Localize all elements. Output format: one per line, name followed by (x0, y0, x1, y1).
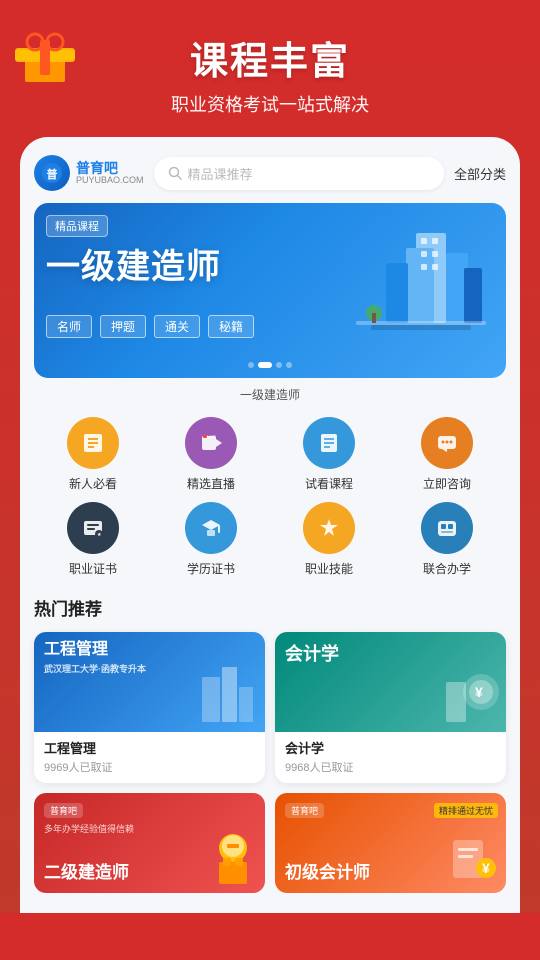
icon-joint-label: 联合办学 (423, 560, 471, 577)
banner-pagination (248, 362, 292, 368)
icon-new-user-circle (67, 417, 119, 469)
hot-card-accounting-name: 会计学 (285, 738, 496, 757)
icon-consult-circle (421, 417, 473, 469)
banner-title: 一级建造师 (46, 239, 221, 288)
banner-caption: 一级建造师 (34, 386, 506, 403)
icon-edu-cert[interactable]: 学历证书 (152, 502, 270, 577)
bottom-card-2nd-builder[interactable]: 普育吧 多年办学经验值得信赖 二级建造师 (34, 793, 265, 893)
bottom-card-tag: 精排通过无忧 (434, 803, 498, 818)
hot-section: 热门推荐 工程管理 武汉理工大学·函教专升本 (34, 595, 506, 893)
icon-skill[interactable]: 职业技能 (270, 502, 388, 577)
icon-trial-circle (303, 417, 355, 469)
banner-keyword-test: 押题 (100, 315, 146, 338)
hero-section: 课程丰富 职业资格考试一站式解决 普 普育吧 PUYUBAO.COM (0, 0, 540, 913)
hero-subtitle: 职业资格考试一站式解决 (20, 91, 520, 117)
banner-dot-1 (248, 362, 254, 368)
icon-skill-circle (303, 502, 355, 554)
banner-illustration (356, 213, 496, 353)
bottom-card-2nd-builder-title: 二级建造师 (44, 858, 129, 883)
hot-card-engineering-img: 工程管理 武汉理工大学·函教专升本 (34, 632, 265, 732)
icon-trial[interactable]: 试看课程 (270, 417, 388, 492)
icon-consult-label: 立即咨询 (423, 475, 471, 492)
logo-area: 普 普育吧 PUYUBAO.COM (34, 155, 144, 191)
banner-keyword-pass: 通关 (154, 315, 200, 338)
icon-joint-circle (421, 502, 473, 554)
search-bar[interactable]: 精品课推荐 (154, 157, 444, 190)
hot-card-accounting-info: 会计学 9968人已取证 (275, 732, 506, 783)
icon-cert[interactable]: ★ 职业证书 (34, 502, 152, 577)
all-category-button[interactable]: 全部分类 (454, 164, 506, 183)
logo-icon: 普 (34, 155, 70, 191)
svg-text:¥: ¥ (475, 684, 483, 700)
bottom-card-accounting-init[interactable]: 普育吧 精排通过无忧 初级会计师 ¥ (275, 793, 506, 893)
hot-card-accounting-img: 会计学 ¥ (275, 632, 506, 732)
banner-dot-4 (286, 362, 292, 368)
banner-keyword-master: 名师 (46, 315, 92, 338)
icon-edu-cert-circle (185, 502, 237, 554)
svg-text:★: ★ (97, 532, 102, 538)
hot-card-engineering-info: 工程管理 9969人已取证 (34, 732, 265, 783)
banner-dot-3 (276, 362, 282, 368)
banner-keywords: 名师 押题 通关 秘籍 (46, 315, 254, 338)
hot-card-engineering-name: 工程管理 (44, 738, 255, 757)
hot-card-engineering-count: 9969人已取证 (44, 759, 255, 775)
search-icon (168, 166, 182, 180)
hero-title: 课程丰富 (20, 30, 520, 85)
logo-text: 普育吧 PUYUBAO.COM (76, 161, 144, 186)
banner-keyword-secret: 秘籍 (208, 315, 254, 338)
hot-card-accounting[interactable]: 会计学 ¥ 会计学 9968人已取证 (275, 632, 506, 783)
hot-card-accounting-count: 9968人已取证 (285, 759, 496, 775)
course-banner[interactable]: 精品课程 一级建造师 (34, 203, 506, 378)
hot-section-title: 热门推荐 (34, 595, 506, 620)
icon-cert-label: 职业证书 (69, 560, 117, 577)
icon-consult[interactable]: 立即咨询 (388, 417, 506, 492)
banner-tag: 精品课程 (46, 215, 108, 237)
bottom-cards-grid: 普育吧 多年办学经验值得信赖 二级建造师 普育吧 (34, 793, 506, 893)
icon-live[interactable]: LIVE 精选直播 (152, 417, 270, 492)
icon-skill-label: 职业技能 (305, 560, 353, 577)
banner-dot-2 (258, 362, 272, 368)
icon-new-user[interactable]: 新人必看 (34, 417, 152, 492)
svg-text:¥: ¥ (482, 860, 490, 876)
main-content-card: 普 普育吧 PUYUBAO.COM 精品课推荐 全部分类 精品课程 一级建 (20, 137, 520, 913)
svg-text:普: 普 (47, 167, 58, 181)
hot-card-engineering[interactable]: 工程管理 武汉理工大学·函教专升本 工程管理 9969人已取证 (34, 632, 265, 783)
icon-cert-circle: ★ (67, 502, 119, 554)
search-placeholder: 精品课推荐 (188, 164, 253, 183)
top-bar: 普 普育吧 PUYUBAO.COM 精品课推荐 全部分类 (34, 155, 506, 191)
gift-decoration (10, 20, 80, 90)
quick-access-grid: 新人必看 LIVE 精选直播 试看课程 立即咨询 (34, 417, 506, 577)
icon-new-user-label: 新人必看 (69, 475, 117, 492)
svg-text:LIVE: LIVE (207, 434, 216, 439)
icon-live-circle: LIVE (185, 417, 237, 469)
bottom-card-accounting-init-title: 初级会计师 (285, 858, 370, 883)
hot-cards-grid: 工程管理 武汉理工大学·函教专升本 工程管理 9969人已取证 (34, 632, 506, 783)
icon-edu-cert-label: 学历证书 (187, 560, 235, 577)
icon-joint[interactable]: 联合办学 (388, 502, 506, 577)
icon-live-label: 精选直播 (187, 475, 235, 492)
icon-trial-label: 试看课程 (305, 475, 353, 492)
